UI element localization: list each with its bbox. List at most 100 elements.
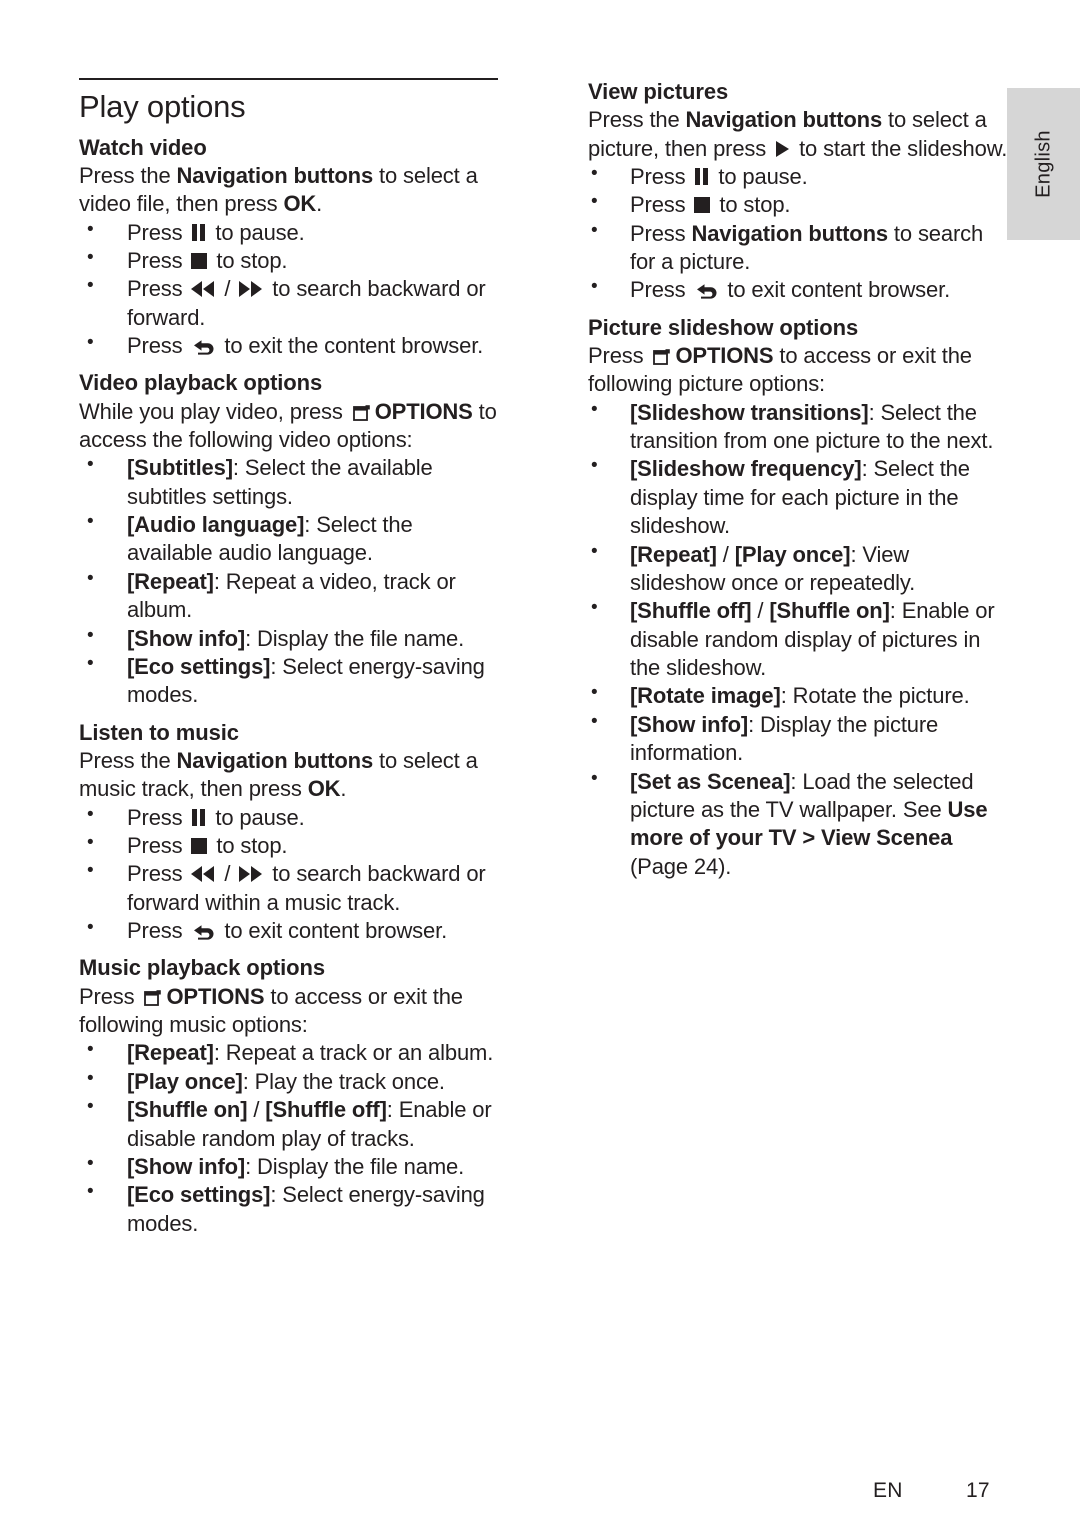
text-run: Press [127,276,189,302]
watch-video-bullets: Press to pause. Press to stop. Press / t… [79,218,499,361]
text-run: to pause. [712,163,808,189]
list-item: [Slideshow frequency]: Select the displa… [588,454,1008,540]
option-term: [Slideshow frequency] [630,456,862,482]
back-icon [192,334,214,355]
text-run: Press [630,220,692,246]
option-desc: : Repeat a track or an album. [213,1040,494,1066]
option-term: [Repeat] [630,541,717,567]
option-term: [Shuffle off] [630,598,752,624]
back-icon [695,278,717,300]
option-separator: / [247,1097,266,1123]
pause-icon [191,808,206,826]
option-term: [Rotate image] [630,683,781,709]
pause-icon [694,167,709,185]
option-separator: / [751,598,770,624]
text-run: Press [630,163,692,189]
option-term: [Slideshow transitions] [630,399,869,425]
text-run-bold: Navigation buttons [176,747,374,773]
rewind-icon [191,866,215,883]
option-separator: / [716,541,735,567]
list-item: [Set as Scenea]: Load the selected pictu… [588,767,1008,882]
text-run: to stop. [210,832,288,858]
option-term: [Eco settings] [127,1182,271,1208]
list-item: Press to pause. [79,218,499,247]
list-item: [Play once]: Play the track once. [79,1067,499,1096]
text-run: to exit content browser. [721,277,951,303]
listen-to-music-bullets: Press to pause. Press to stop. Press / t… [79,803,499,946]
left-column: Play options Watch video Press the Navig… [79,78,499,1238]
list-item: [Shuffle on] / [Shuffle off]: Enable or … [79,1095,499,1153]
list-item: [Repeat] / [Play once]: View slideshow o… [588,540,1008,598]
text-run: Press [127,861,189,887]
list-item: [Repeat]: Repeat a video, track or album… [79,567,499,625]
list-item: Press to exit the content browser. [79,331,499,360]
text-run: to start the slideshow. [793,135,1008,161]
text-run: . [340,776,347,802]
text-run: Press [127,247,189,273]
option-term: [Eco settings] [127,653,271,679]
text-run: to stop. [713,192,791,218]
option-term: [Audio language] [127,512,305,538]
text-run: Press the [79,162,177,188]
option-desc: : Display the file name. [245,625,465,651]
option-term: [Repeat] [127,568,214,594]
list-item: [Show info]: Display the file name. [79,1152,499,1181]
list-item: [Eco settings]: Select energy-saving mod… [79,652,499,710]
list-item: Press / to search backward or forward. [79,274,499,332]
list-item: [Rotate image]: Rotate the picture. [588,681,1008,710]
list-item: Press to exit content browser. [588,275,1008,304]
list-item: [Repeat]: Repeat a track or an album. [79,1038,499,1067]
right-column: View pictures Press the Navigation butto… [588,78,1008,881]
footer-locale-code: EN [873,1479,903,1502]
text-run: to exit the content browser. [218,333,484,359]
list-item: Press to pause. [588,162,1008,191]
text-run: Press [588,342,650,368]
section-heading-picture-slideshow-options: Picture slideshow options [588,314,859,340]
slash-separator: / [218,861,237,887]
list-item: [Eco settings]: Select energy-saving mod… [79,1180,499,1238]
list-item: [Shuffle off] / [Shuffle on]: Enable or … [588,596,1008,682]
text-run: Press [630,192,692,218]
text-run: Press the [79,747,177,773]
list-item: [Show info]: Display the file name. [79,624,499,653]
text-run: to pause. [209,219,305,245]
option-term: [Set as Scenea] [630,768,791,794]
section-heading-listen-to-music: Listen to music [79,719,239,745]
title-rule [79,78,498,80]
slash-separator: / [218,276,237,302]
page-footer: EN 17 [0,1479,1080,1509]
language-tab-label: English [1032,130,1054,198]
play-icon [776,140,790,157]
listen-to-music-intro: Press the Navigation buttons to select a… [79,747,499,804]
text-run: Press [127,804,189,830]
text-run: Press the [588,107,686,133]
text-run: Press [127,918,189,944]
list-item: [Slideshow transitions]: Select the tran… [588,398,1008,456]
text-run: Press [127,333,189,359]
option-desc: : Play the track once. [242,1068,445,1094]
music-playback-intro: Press OPTIONS to access or exit the foll… [79,983,499,1040]
text-run: to pause. [209,804,305,830]
view-pictures-bullets: Press to pause. Press to stop. Press Nav… [588,162,1008,305]
language-tab: English [1007,88,1080,240]
text-run: . [316,191,323,217]
section-heading-view-pictures: View pictures [588,79,729,104]
rewind-icon [191,281,215,298]
stop-icon [694,197,711,214]
footer-page-number: 17 [966,1479,990,1502]
text-run-bold: OK [283,191,317,217]
list-item: Press to exit content browser. [79,916,499,945]
text-run: Press [127,832,189,858]
list-item: Press to stop. [79,831,499,860]
video-playback-option-bullets: [Subtitles]: Select the available subtit… [79,453,499,710]
watch-video-intro: Press the Navigation buttons to select a… [79,162,499,219]
option-desc: : Rotate the picture. [780,683,970,709]
option-term: [Show info] [127,625,246,651]
text-run-bold: OPTIONS [166,983,265,1009]
section-heading-music-playback-options: Music playback options [79,955,325,981]
option-term: [Show info] [127,1153,246,1179]
options-icon [653,345,671,365]
list-item: [Audio language]: Select the available a… [79,510,499,568]
text-run-bold: OPTIONS [675,342,774,368]
text-run: to exit content browser. [218,918,448,944]
